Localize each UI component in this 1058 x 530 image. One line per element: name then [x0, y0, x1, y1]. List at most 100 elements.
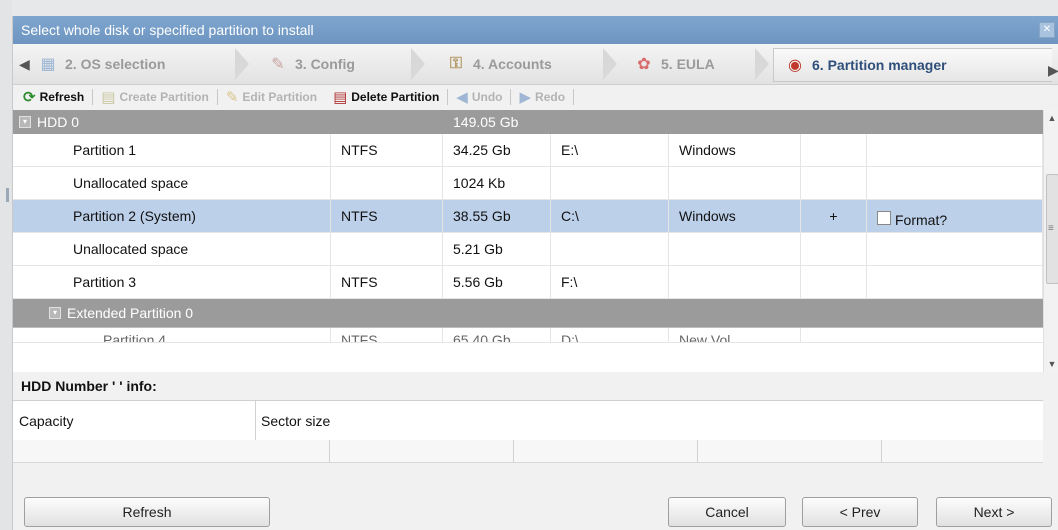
tab-os-selection[interactable]: ▦ 2. OS selection	[37, 48, 165, 80]
column-divider	[881, 440, 882, 462]
partition-label: Windows	[669, 200, 801, 232]
partition-name: Partition 3	[13, 266, 331, 298]
collapse-icon[interactable]: ▾	[49, 307, 61, 319]
prev-button[interactable]: < Prev	[802, 497, 918, 527]
scroll-down-icon[interactable]: ▼	[1044, 356, 1058, 372]
disk-size-cell: 149.05 Gb	[443, 110, 551, 134]
table-row[interactable]: Partition 3 NTFS 5.56 Gb F:\	[13, 266, 1043, 299]
partition-size: 38.55 Gb	[443, 200, 551, 232]
delete-partition-icon: ▤	[333, 89, 348, 106]
cancel-button[interactable]: Cancel	[668, 497, 786, 527]
refresh-button[interactable]: Refresh	[24, 497, 270, 527]
partition-name: Unallocated space	[13, 167, 331, 199]
column-divider	[513, 440, 514, 462]
partition-name: Partition 1	[13, 134, 331, 166]
expand-plus-button[interactable]: +	[801, 200, 867, 232]
tab-accounts[interactable]: ⚿ 4. Accounts	[445, 48, 552, 80]
tab-label: 2. OS selection	[65, 56, 166, 72]
edit-partition-button[interactable]: ✎ Edit Partition	[222, 88, 321, 106]
window-titlebar: Select whole disk or specified partition…	[13, 16, 1058, 44]
sector-size-header: Sector size	[261, 413, 331, 429]
grid-scrollbar[interactable]: ▲ ≡ ▼	[1043, 110, 1058, 372]
partition-fs: NTFS	[331, 328, 443, 342]
format-checkbox-cell[interactable]: Format?	[867, 200, 1043, 232]
partition-size: 5.56 Gb	[443, 266, 551, 298]
extended-name-cell: ▾ Extended Partition 0	[13, 299, 331, 327]
redo-label: Redo	[535, 90, 566, 104]
table-row-partial[interactable]: Partition 4 NTFS 65.40 Gb D:\ New Vol	[13, 328, 1043, 343]
refresh-toolbar-button[interactable]: ⟳ Refresh	[19, 88, 88, 106]
tab-partition-manager[interactable]: ◉ 6. Partition manager	[773, 48, 1052, 82]
table-row[interactable]: Unallocated space 5.21 Gb	[13, 233, 1043, 266]
toolbar-divider	[447, 89, 449, 105]
create-partition-icon: ▤	[101, 89, 116, 106]
partition-grid: ▾ HDD 0 149.05 Gb Partition 1 NTFS 34.25…	[13, 110, 1043, 372]
extended-partition-row[interactable]: ▾ Extended Partition 0	[13, 299, 1043, 328]
toolbar-divider	[92, 89, 94, 105]
partition-label	[669, 167, 801, 199]
partition-plus	[801, 233, 867, 265]
table-row[interactable]: Unallocated space 1024 Kb	[13, 167, 1043, 200]
disk-name: HDD 0	[37, 114, 80, 130]
partition-size: 65.40 Gb	[443, 328, 551, 342]
close-icon[interactable]: ✕	[1039, 22, 1055, 38]
partition-label: Windows	[669, 134, 801, 166]
info-header-row: Capacity Sector size	[13, 400, 1043, 442]
format-checkbox[interactable]	[877, 211, 891, 225]
capacity-header: Capacity	[19, 413, 74, 429]
tab-separator	[755, 48, 769, 80]
tab-scroll-left-icon[interactable]: ◀	[19, 56, 30, 73]
partition-size: 5.21 Gb	[443, 233, 551, 265]
format-label: Format?	[895, 212, 948, 228]
wizard-tabs: ◀ ▦ 2. OS selection ✎ 3. Config ⚿ 4. Acc…	[13, 44, 1058, 85]
hdd-info-title: HDD Number ' ' info:	[21, 378, 157, 394]
partition-format	[867, 233, 1043, 265]
extended-name: Extended Partition 0	[67, 305, 194, 321]
tab-label: 4. Accounts	[473, 56, 552, 72]
user-lock-icon: ⚿	[449, 55, 463, 72]
column-divider	[329, 440, 330, 462]
partition-letter: F:\	[551, 266, 669, 298]
redo-button[interactable]: ▶ Redo	[515, 88, 569, 106]
toolbar-divider	[573, 89, 575, 105]
delete-partition-label: Delete Partition	[351, 90, 440, 104]
disk-icon: ◉	[788, 57, 802, 74]
tab-label: 5. EULA	[661, 56, 715, 72]
disk-group-row[interactable]: ▾ HDD 0 149.05 Gb	[13, 110, 1043, 134]
table-row[interactable]: Partition 1 NTFS 34.25 Gb E:\ Windows	[13, 134, 1043, 167]
calendar-icon: ▦	[40, 56, 56, 73]
partition-fs: NTFS	[331, 200, 443, 232]
grip-icon: ≡	[1048, 223, 1054, 234]
delete-partition-button[interactable]: ▤ Delete Partition	[329, 88, 443, 106]
partition-fs: NTFS	[331, 134, 443, 166]
partition-label: New Vol	[669, 328, 801, 342]
scroll-up-icon[interactable]: ▲	[1044, 110, 1058, 126]
tab-eula[interactable]: ✿ 5. EULA	[633, 48, 715, 80]
scroll-thumb[interactable]: ≡	[1046, 174, 1058, 284]
undo-label: Undo	[471, 90, 503, 104]
undo-button[interactable]: ◀ Undo	[452, 88, 506, 106]
partition-plus	[801, 167, 867, 199]
tab-scroll-right-icon[interactable]: ▶	[1048, 62, 1058, 79]
edge-mark	[6, 188, 9, 202]
tab-label: 6. Partition manager	[812, 57, 947, 73]
window-title: Select whole disk or specified partition…	[21, 22, 314, 38]
ribbon-icon: ✿	[637, 56, 651, 73]
partition-name: Unallocated space	[13, 233, 331, 265]
partition-format	[867, 167, 1043, 199]
installer-window: Select whole disk or specified partition…	[12, 16, 1058, 530]
partition-label	[669, 233, 801, 265]
tab-separator	[603, 48, 617, 80]
partition-letter	[551, 233, 669, 265]
create-partition-button[interactable]: ▤ Create Partition	[97, 88, 213, 106]
partition-fs	[331, 167, 443, 199]
disk-name-cell: ▾ HDD 0	[13, 110, 331, 134]
toolbar-divider	[510, 89, 512, 105]
wrench-icon: ✎	[271, 56, 285, 73]
partition-plus	[801, 266, 867, 298]
next-button[interactable]: Next >	[936, 497, 1052, 527]
partition-label	[669, 266, 801, 298]
tab-config[interactable]: ✎ 3. Config	[267, 48, 355, 80]
collapse-icon[interactable]: ▾	[19, 116, 31, 128]
table-row-selected[interactable]: Partition 2 (System) NTFS 38.55 Gb C:\ W…	[13, 200, 1043, 233]
